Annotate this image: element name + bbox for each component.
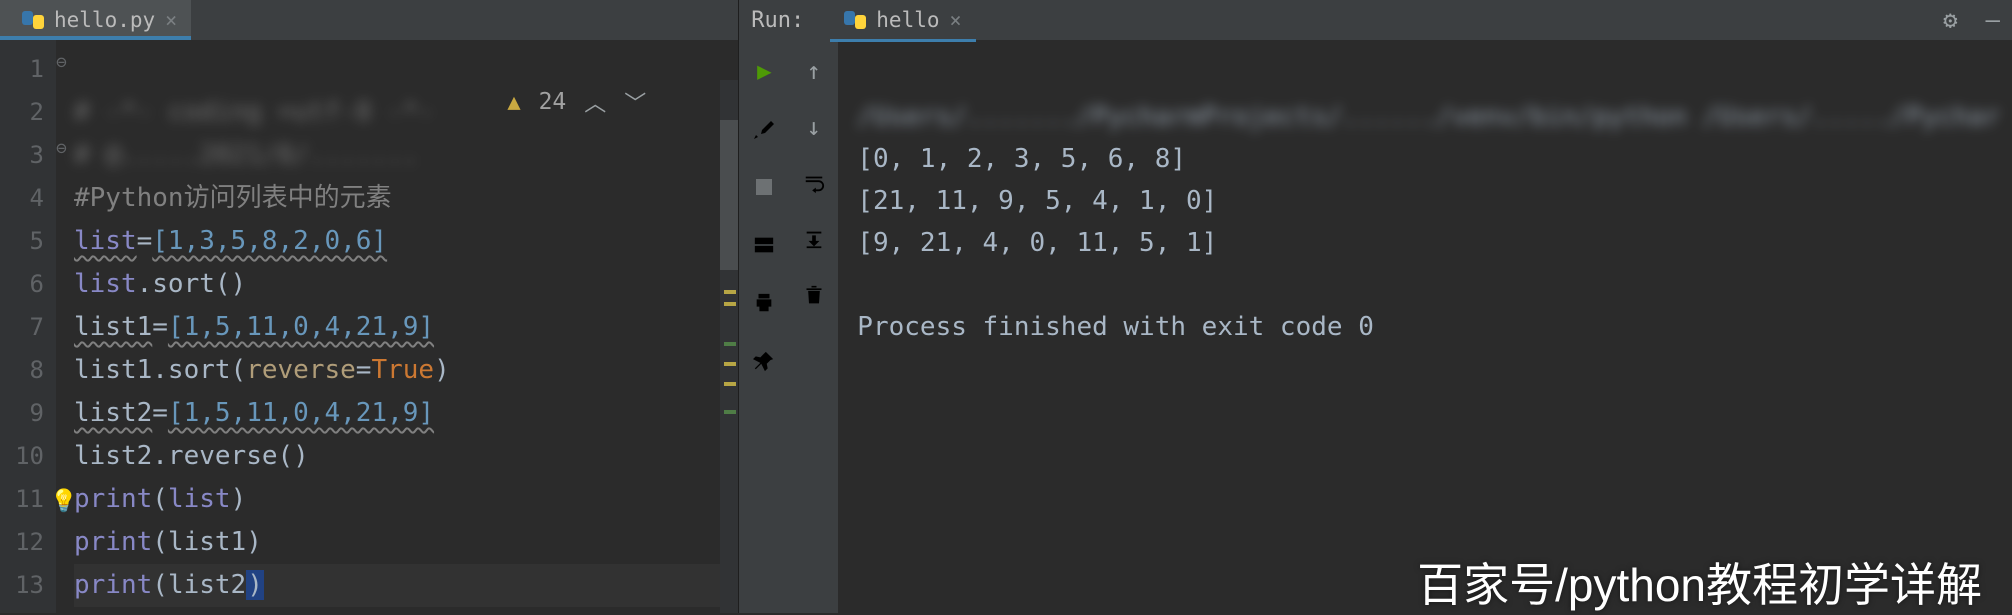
line-number: 13 [0,564,44,607]
console-line: [9, 21, 4, 0, 11, 5, 1] [857,228,1217,258]
warning-marker[interactable] [724,302,736,306]
editor-pane: hello.py × 1 2 3 4 5 6 7 8 9 10 11 12 13 [0,0,739,613]
warning-count: 24 [539,89,567,115]
editor-tab-hello-py[interactable]: hello.py × [0,0,191,40]
code-line: list1.sort(reverse=True) [74,355,450,385]
run-toolbar-left: ▶ [739,40,789,613]
line-number: 3 [0,134,44,177]
gear-icon[interactable]: ⚙ [1943,6,1957,34]
line-number: 11 [0,478,44,521]
run-tab-hello[interactable]: hello × [830,4,975,36]
code-line: #Python访问列表中的元素 [74,183,392,213]
code-line: list.sort() [74,269,246,299]
run-title: Run: [751,8,804,33]
inspection-widget[interactable]: ▲ 24 ︿ ﹀ [507,86,646,118]
line-number: 10 [0,435,44,478]
line-number: 8 [0,349,44,392]
trash-icon[interactable] [799,280,829,310]
code-line: # -*- coding =utf-8 -*- [74,97,434,127]
error-stripe[interactable] [720,80,738,613]
warning-marker[interactable] [724,290,736,294]
run-panel: Run: hello × ⚙ — ▶ ↑ [739,0,2012,613]
ok-marker[interactable] [724,342,736,346]
print-icon[interactable] [749,288,779,318]
soft-wrap-icon[interactable] [799,168,829,198]
code-line: list1=[1,5,11,0,4,21,9] [74,312,434,342]
console-line: /Users/......./PycharmProjects/....../ve… [857,102,2000,132]
code-area[interactable]: # -*- coding =utf-8 -*- # @.....2021/8/.… [56,40,738,613]
layout-icon[interactable] [749,230,779,260]
up-stack-icon[interactable]: ↑ [799,56,829,86]
code-line: print(list) [74,484,246,514]
minimize-icon[interactable]: — [1986,6,2000,34]
python-file-icon [22,9,44,31]
down-stack-icon[interactable]: ↓ [799,112,829,142]
line-number: 9 [0,392,44,435]
line-number: 7 [0,306,44,349]
console-line: Process finished with exit code 0 [857,312,1374,342]
code-line: # @.....2021/8/....... [74,140,418,170]
close-icon[interactable]: × [950,8,962,32]
console-line: [21, 11, 9, 5, 4, 1, 0] [857,186,1217,216]
editor-tab-label: hello.py [54,8,155,32]
next-highlight-button[interactable]: ﹀ [624,86,646,118]
pin-icon[interactable] [749,346,779,376]
ok-marker[interactable] [724,410,736,414]
run-toolbar-secondary: ↑ ↓ [789,40,839,613]
intention-bulb-icon[interactable]: 💡 [50,480,77,523]
code-line: list2=[1,5,11,0,4,21,9] [74,398,434,428]
wrench-icon[interactable] [749,114,779,144]
editor-tabstrip: hello.py × [0,0,738,40]
scrollbar-thumb[interactable] [720,120,738,270]
rerun-button[interactable]: ▶ [749,56,779,86]
line-number: 5 [0,220,44,263]
run-tab-label: hello [876,8,939,32]
stop-button[interactable] [749,172,779,202]
editor-body[interactable]: 1 2 3 4 5 6 7 8 9 10 11 12 13 ⊖ ⊖ # -*- … [0,40,738,613]
code-line-active: print(list2) [74,564,738,607]
scroll-to-end-icon[interactable] [799,224,829,254]
line-number: 6 [0,263,44,306]
line-number: 4 [0,177,44,220]
line-gutter: 1 2 3 4 5 6 7 8 9 10 11 12 13 [0,40,56,613]
code-line: list2.reverse() [74,441,309,471]
line-number: 12 [0,521,44,564]
warning-marker[interactable] [724,362,736,366]
console-output[interactable]: /Users/......./PycharmProjects/....../ve… [839,40,2012,613]
close-icon[interactable]: × [165,8,177,32]
console-line: [0, 1, 2, 3, 5, 6, 8] [857,144,1186,174]
warning-icon: ▲ [507,90,520,115]
warning-marker[interactable] [724,382,736,386]
code-line: list=[1,3,5,8,2,0,6] [74,226,387,256]
line-number: 1 [0,48,44,91]
line-number: 2 [0,91,44,134]
code-line: print(list1) [74,527,262,557]
python-file-icon [844,9,866,31]
run-header: Run: hello × ⚙ — [739,0,2012,40]
prev-highlight-button[interactable]: ︿ [584,86,606,118]
